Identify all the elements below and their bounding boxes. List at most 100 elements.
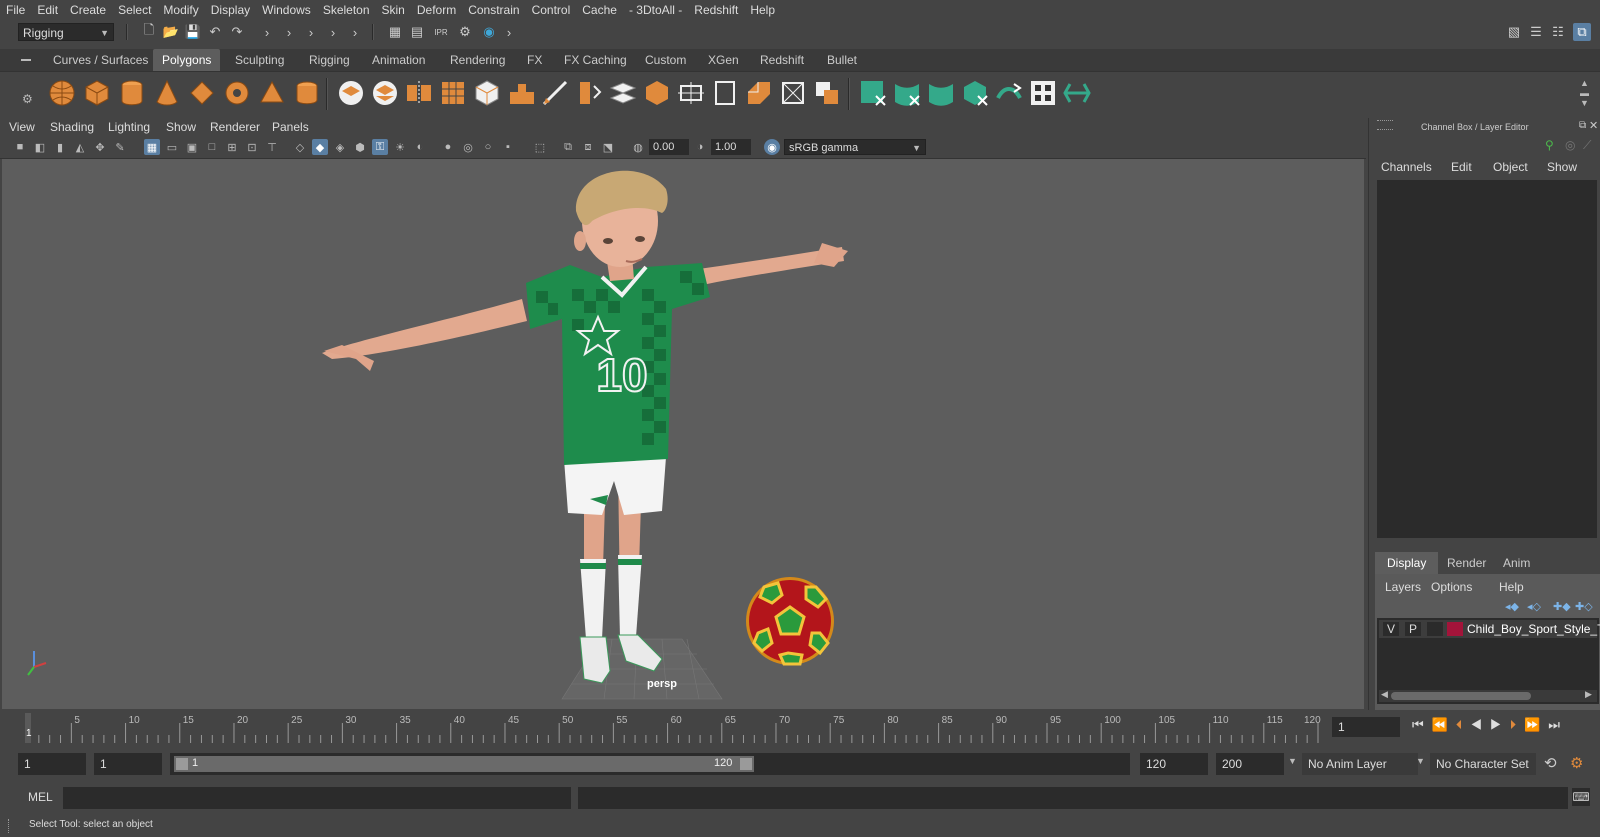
range-start-grip[interactable]	[176, 758, 188, 770]
float-panel-icon[interactable]: ⧉	[1579, 120, 1586, 131]
bevel-icon[interactable]	[472, 78, 502, 108]
scroll-left-icon[interactable]: ◀	[1381, 689, 1388, 700]
shelf-settings-icon[interactable]: ⚙	[22, 92, 33, 106]
step-back-frame-icon[interactable]: ⏪	[1432, 717, 1456, 732]
panel-grip-icon[interactable]	[1377, 120, 1393, 130]
redo-icon[interactable]: ↷	[228, 23, 246, 41]
scrollbar-thumb[interactable]	[1391, 692, 1531, 700]
safe-action-icon[interactable]: ⊡	[244, 139, 260, 155]
textured-icon[interactable]: ⬢	[352, 139, 368, 155]
menu-skin[interactable]: Skin	[376, 3, 411, 17]
time-slider[interactable]: 5 10 15 20 25 30 35 40 45 50 55 60 65 70 75 80 85 90 95 100…	[0, 713, 1600, 743]
target-weld-icon[interactable]	[608, 78, 638, 108]
menu-windows[interactable]: Windows	[256, 3, 317, 17]
collapse-arrow-icon[interactable]: ›	[258, 23, 276, 41]
color-management-icon[interactable]: ◉	[764, 139, 780, 155]
ipr-render-icon[interactable]: IPR	[432, 23, 450, 41]
poly-plane-icon[interactable]	[187, 78, 217, 108]
shelf-scroll-icon[interactable]: ▲ ▬ ▼	[1580, 78, 1589, 108]
cut-sew-icon[interactable]	[994, 78, 1024, 108]
cylindrical-map-icon[interactable]	[926, 78, 956, 108]
menu-select[interactable]: Select	[112, 3, 157, 17]
menu-skeleton[interactable]: Skeleton	[317, 3, 376, 17]
menu-3dtoall[interactable]: - 3DtoAll -	[623, 3, 688, 17]
xray-components-icon[interactable]: ⧈	[580, 139, 596, 155]
layer-scrollbar[interactable]: ◀ ▶	[1379, 689, 1597, 702]
checker-map-icon[interactable]	[1028, 78, 1058, 108]
select-camera-icon[interactable]: ■	[12, 139, 28, 155]
menu-deform[interactable]: Deform	[411, 3, 462, 17]
playback-end-field[interactable]: 120	[1140, 753, 1208, 775]
menu-redshift[interactable]: Redshift	[688, 3, 744, 17]
tab-polygons[interactable]: Polygons	[153, 49, 221, 71]
close-icon[interactable]: ✕	[1589, 119, 1598, 132]
panel-menu-renderer[interactable]: Renderer	[210, 120, 260, 134]
collapse-arrow-icon[interactable]: ›	[280, 23, 298, 41]
collapse-arrow-icon[interactable]: ›	[324, 23, 342, 41]
modeling-toolkit-icon[interactable]: ▧	[1505, 23, 1523, 41]
move-layer-up-icon[interactable]: ◂◆	[1505, 600, 1519, 613]
scroll-right-icon[interactable]: ▶	[1585, 689, 1592, 700]
collapse-arrow-icon[interactable]: ›	[500, 23, 518, 41]
poly-torus-icon[interactable]	[222, 78, 252, 108]
quad-draw-icon[interactable]	[676, 78, 706, 108]
layer-name[interactable]: Child_Boy_Sport_Style_TI	[1467, 622, 1600, 636]
hypershade-icon[interactable]: ◉	[480, 23, 498, 41]
viewport-panel[interactable]: 10 persp	[2, 159, 1364, 709]
new-empty-layer-icon[interactable]: ✚◆	[1553, 600, 1571, 613]
attribute-editor-icon[interactable]: ☰	[1527, 23, 1545, 41]
safe-title-icon[interactable]: ⊤	[264, 139, 280, 155]
camera-attributes-icon[interactable]: ◧	[32, 139, 48, 155]
move-layer-down-icon[interactable]: ◂◇	[1527, 600, 1541, 613]
exposure-icon[interactable]: ◍	[630, 139, 646, 155]
multi-cut-icon[interactable]	[540, 78, 570, 108]
poly-cylinder-icon[interactable]	[117, 78, 147, 108]
gamma-icon[interactable]: ◑	[692, 139, 708, 155]
menu-help[interactable]: Help	[744, 3, 781, 17]
exposure-field[interactable]: 0.00	[649, 139, 689, 155]
anim-layer-dropdown[interactable]: No Anim Layer	[1302, 753, 1418, 775]
step-forward-key-icon[interactable]: ⏵	[1510, 717, 1525, 732]
menu-display[interactable]: Display	[205, 3, 256, 17]
playback-start-field[interactable]: 1	[94, 753, 162, 775]
tab-anim[interactable]: Anim	[1491, 552, 1542, 574]
uv-editor-icon[interactable]	[858, 78, 888, 108]
combine-icon[interactable]	[336, 78, 366, 108]
auto-key-icon[interactable]: ⟲	[1544, 754, 1557, 772]
tab-fx-caching[interactable]: FX Caching	[555, 49, 636, 71]
save-scene-icon[interactable]: 💾	[184, 23, 202, 41]
menu-cache[interactable]: Cache	[576, 3, 623, 17]
anti-aliasing-icon[interactable]: ○	[480, 139, 496, 155]
shelf-menu-icon[interactable]	[19, 53, 33, 67]
motion-blur-icon[interactable]: ◎	[460, 139, 476, 155]
menu-edit[interactable]: Edit	[31, 3, 64, 17]
isolate-select-icon[interactable]: ●	[440, 139, 456, 155]
panel-menu-panels[interactable]: Panels	[272, 120, 309, 134]
gate-mask-icon[interactable]: □	[204, 139, 220, 155]
gamma-field[interactable]: 1.00	[711, 139, 751, 155]
menu-modify[interactable]: Modify	[157, 3, 204, 17]
resolution-gate-icon[interactable]: ▣	[184, 139, 200, 155]
poly-cone-icon[interactable]	[152, 78, 182, 108]
channel-toggle-icon[interactable]: ◎	[1565, 138, 1575, 152]
highlight-toggle-icon[interactable]: ⟋	[1583, 138, 1591, 153]
unfold-icon[interactable]	[1062, 78, 1092, 108]
smooth-icon[interactable]	[438, 78, 468, 108]
new-scene-icon[interactable]: 🗋	[140, 22, 158, 41]
collapse-arrow-icon[interactable]: ›	[346, 23, 364, 41]
command-input[interactable]	[63, 787, 571, 809]
separate-icon[interactable]	[370, 78, 400, 108]
wireframe-on-shaded-icon[interactable]: ◈	[332, 139, 348, 155]
menu-create[interactable]: Create	[64, 3, 112, 17]
tab-redshift[interactable]: Redshift	[751, 49, 813, 71]
edit-menu[interactable]: Edit	[1451, 160, 1472, 174]
tab-display[interactable]: Display	[1375, 552, 1439, 574]
channel-list[interactable]	[1377, 180, 1597, 538]
show-menu[interactable]: Show	[1547, 160, 1577, 174]
help-menu[interactable]: Help	[1499, 580, 1524, 594]
poly-pipe-icon[interactable]	[292, 78, 322, 108]
field-chart-icon[interactable]: ⊞	[224, 139, 240, 155]
poly-cube-icon[interactable]	[82, 78, 112, 108]
panel-menu-lighting[interactable]: Lighting	[108, 120, 150, 134]
open-scene-icon[interactable]: 📂	[162, 23, 180, 41]
